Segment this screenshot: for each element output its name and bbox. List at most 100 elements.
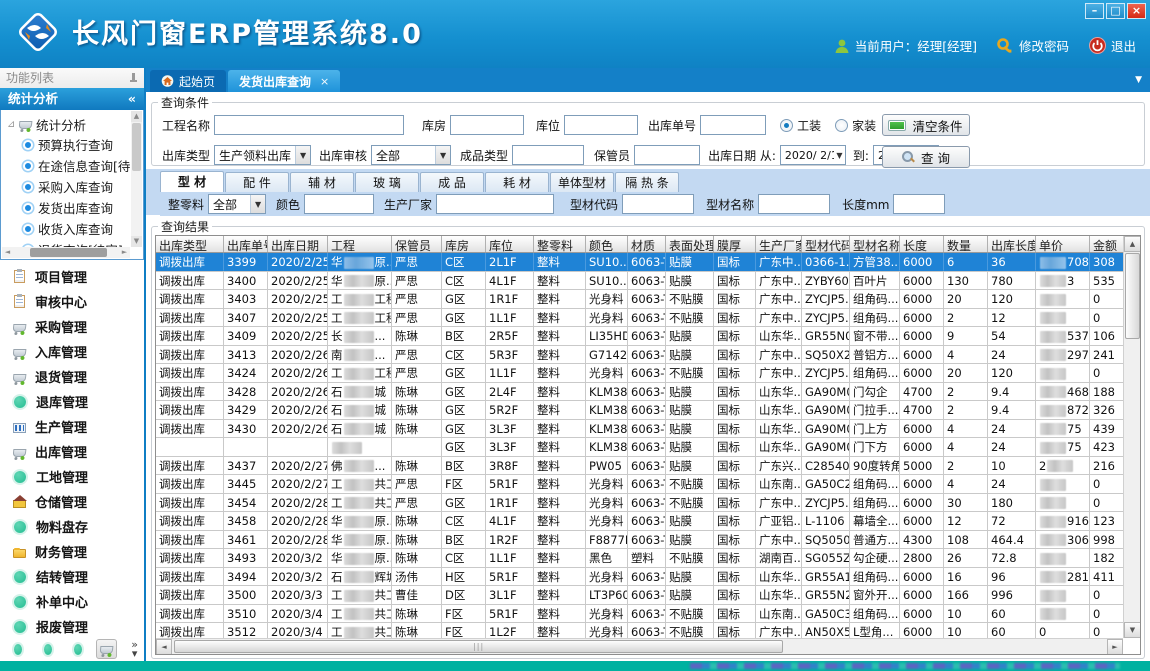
warehouse-input[interactable] xyxy=(450,115,524,135)
order-no-input[interactable] xyxy=(700,115,766,135)
table-row[interactable]: 调拨出库34002020/2/25华原...严思C区4L1F整料SU10...6… xyxy=(156,272,1123,291)
color-input[interactable] xyxy=(304,194,374,214)
maximize-button[interactable]: □ xyxy=(1106,3,1125,19)
sidebar-item-结转管理[interactable]: 结转管理 xyxy=(0,564,144,589)
radio-工装[interactable]: 工装 xyxy=(780,117,821,134)
profile-name-input[interactable] xyxy=(758,194,830,214)
location-input[interactable] xyxy=(564,115,638,135)
table-row[interactable]: 调拨出库34282020/2/26石城陈琳G区2L4F整料KLM38176063… xyxy=(156,383,1123,402)
column-header[interactable]: 整零料 xyxy=(534,236,586,252)
table-row[interactable]: 调拨出库34032020/2/25工工程严思G区1R1F整料光身料6063-T5… xyxy=(156,290,1123,309)
table-row[interactable]: 调拨出库34092020/2/25长...陈琳B区2R5F整料LI35HD606… xyxy=(156,327,1123,346)
radio-家装[interactable]: 家装 xyxy=(835,117,876,134)
scroll-right-icon[interactable]: ► xyxy=(119,247,130,258)
scroll-right-icon[interactable]: ► xyxy=(1107,639,1123,655)
material-tab-型材[interactable]: 型 材 xyxy=(160,171,224,192)
column-header[interactable]: 膜厚 xyxy=(714,236,756,252)
scrollbar-thumb[interactable] xyxy=(1125,253,1140,339)
tree-item[interactable]: 预算执行查询 xyxy=(7,134,143,155)
material-tab-配件[interactable]: 配 件 xyxy=(225,172,289,192)
tree-item[interactable]: 在途信息查询[待 xyxy=(7,155,143,176)
table-row[interactable]: 调拨出库35002020/3/3工共工程曹佳D区3L1F整料LT3P606063… xyxy=(156,586,1123,605)
sidebar-item-出库管理[interactable]: 出库管理 xyxy=(0,439,144,464)
sidebar-item-退货管理[interactable]: 退货管理 xyxy=(0,364,144,389)
collapse-icon[interactable]: « xyxy=(128,88,136,110)
column-header[interactable]: 金额 xyxy=(1090,236,1123,252)
column-header[interactable]: 型材名称 xyxy=(850,236,900,252)
tab-home[interactable]: 起始页 xyxy=(150,70,226,92)
material-tab-单体型材[interactable]: 单体型材 xyxy=(550,172,614,192)
sidebar-item-审核中心[interactable]: 审核中心 xyxy=(0,289,144,314)
column-header[interactable]: 长度 xyxy=(900,236,944,252)
scrollbar-thumb[interactable]: ||| xyxy=(174,640,783,653)
sidebar-item-仓储管理[interactable]: 仓储管理 xyxy=(0,489,144,514)
column-header[interactable]: 保管员 xyxy=(392,236,442,252)
column-header[interactable]: 出库长度 xyxy=(988,236,1036,252)
sidebar-item-入库管理[interactable]: 入库管理 xyxy=(0,339,144,364)
material-tab-隔热条[interactable]: 隔 热 条 xyxy=(615,172,679,192)
dot-icon[interactable] xyxy=(74,644,82,655)
clear-conditions-button[interactable]: 清空条件 xyxy=(882,114,970,136)
dot-icon[interactable] xyxy=(44,644,52,655)
dot-icon[interactable] xyxy=(14,644,22,655)
scroll-up-icon[interactable]: ▲ xyxy=(1124,236,1141,252)
table-row[interactable]: 调拨出库34132020/2/26南...严思C区5R3F整料G71422606… xyxy=(156,346,1123,365)
column-header[interactable]: 出库日期 xyxy=(268,236,328,252)
sidebar-item-报废管理[interactable]: 报废管理 xyxy=(0,614,144,639)
table-row[interactable]: 调拨出库34072020/2/25工工程严思G区1L1F整料光身料6063-T5… xyxy=(156,309,1123,328)
tab-close-icon[interactable]: × xyxy=(320,75,329,88)
sidebar-item-退库管理[interactable]: 退库管理 xyxy=(0,389,144,414)
material-tab-玻璃[interactable]: 玻 璃 xyxy=(355,172,419,192)
table-row[interactable]: 调拨出库34242020/2/26工工程严思G区1L1F整料光身料6063-T5… xyxy=(156,364,1123,383)
sidebar-item-项目管理[interactable]: 项目管理 xyxy=(0,264,144,289)
tab-outbound-query[interactable]: 发货出库查询 × xyxy=(228,70,340,92)
audit-select[interactable]: 全部▼ xyxy=(371,145,451,165)
sidebar-item-补单中心[interactable]: 补单中心 xyxy=(0,589,144,614)
column-header[interactable]: 颜色 xyxy=(586,236,628,252)
tree-vertical-scrollbar[interactable]: ▲ ▼ xyxy=(131,111,142,247)
table-row[interactable]: G区3L3F整料KLM38176063-T5贴膜国标山东华...GA90M09.… xyxy=(156,438,1123,457)
column-header[interactable]: 材质 xyxy=(628,236,666,252)
sidebar-item-生产管理[interactable]: 生产管理 xyxy=(0,414,144,439)
scroll-down-icon[interactable]: ▼ xyxy=(131,236,142,247)
tree-item[interactable]: 发货出库查询 xyxy=(7,197,143,218)
tree-item[interactable]: 收货入库查询 xyxy=(7,218,143,239)
column-header[interactable]: 生产厂家 xyxy=(756,236,802,252)
date-from-select[interactable]: 2020/ 2/16▼ xyxy=(780,145,846,165)
sidebar-item-工地管理[interactable]: 工地管理 xyxy=(0,464,144,489)
table-row[interactable]: 调拨出库34292020/2/26石城陈琳G区5R2F整料KLM38176063… xyxy=(156,401,1123,420)
tree-horizontal-scrollbar[interactable]: ◄ ► xyxy=(2,247,130,258)
stats-section-header[interactable]: 统计分析 « xyxy=(0,88,144,110)
scroll-down-icon[interactable]: ▼ xyxy=(1124,622,1141,638)
whole-part-select[interactable]: 全部▼ xyxy=(208,194,266,214)
table-row[interactable]: 调拨出库34542020/2/28工共工程严思G区1R1F整料光身料6063-T… xyxy=(156,494,1123,513)
material-tab-辅材[interactable]: 辅 材 xyxy=(290,172,354,192)
change-password-button[interactable]: 修改密码 xyxy=(997,36,1069,55)
column-header[interactable]: 表面处理 xyxy=(666,236,714,252)
table-row[interactable]: 调拨出库34612020/2/28华原...陈琳B区1R2F整料F8877FT6… xyxy=(156,531,1123,550)
table-row[interactable]: 调拨出库33992020/2/25华原...严思C区2L1F整料SU10...6… xyxy=(156,253,1123,272)
footer-cart-button[interactable] xyxy=(96,639,117,659)
column-header[interactable]: 数量 xyxy=(944,236,988,252)
column-header[interactable]: 单价 xyxy=(1036,236,1090,252)
pin-icon[interactable] xyxy=(129,73,138,84)
out-type-select[interactable]: 生产领料出库▼ xyxy=(214,145,311,165)
tree-root-item[interactable]: ⊿ 统计分析 xyxy=(7,114,143,134)
manufacturer-input[interactable] xyxy=(436,194,554,214)
column-header[interactable]: 库房 xyxy=(442,236,486,252)
sidebar-item-物料盘存[interactable]: 物料盘存 xyxy=(0,514,144,539)
table-row[interactable]: 调拨出库34302020/2/26石城陈琳G区3L3F整料KLM38176063… xyxy=(156,420,1123,439)
table-row[interactable]: 调拨出库35122020/3/4工共工程陈琳F区1L2F整料光身料6063-T5… xyxy=(156,623,1123,638)
sidebar-item-采购管理[interactable]: 采购管理 xyxy=(0,314,144,339)
keeper-input[interactable] xyxy=(634,145,700,165)
close-button[interactable]: × xyxy=(1127,3,1146,19)
tree-item[interactable]: 采购入库查询 xyxy=(7,176,143,197)
table-row[interactable]: 调拨出库34942020/3/2石辉城汤伟H区5R1F整料光身料6063-T5贴… xyxy=(156,568,1123,587)
column-header[interactable]: 型材代码 xyxy=(802,236,850,252)
overflow-chevron[interactable]: »▾ xyxy=(131,640,138,658)
table-row[interactable]: 调拨出库34452020/2/27工共工程严思F区5R1F整料光身料6063-T… xyxy=(156,475,1123,494)
column-header[interactable]: 工程 xyxy=(328,236,392,252)
column-header[interactable]: 库位 xyxy=(486,236,534,252)
scroll-left-icon[interactable]: ◄ xyxy=(156,639,172,655)
table-row[interactable]: 调拨出库34582020/2/28华原...陈琳C区4L1F整料光身料6063-… xyxy=(156,512,1123,531)
